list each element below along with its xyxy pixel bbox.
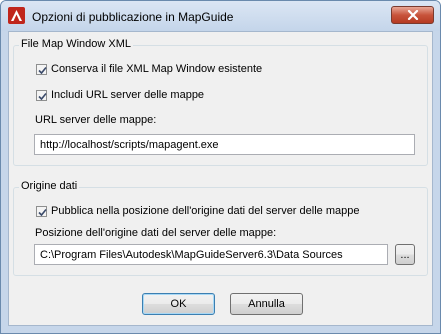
keep-existing-checkbox-row[interactable]: Conserva il file XML Map Window esistent… xyxy=(36,63,262,75)
dialog-window: Opzioni di pubblicazione in MapGuide Fil… xyxy=(0,0,441,334)
checkmark-icon xyxy=(38,66,47,74)
cancel-button[interactable]: Annulla xyxy=(230,293,303,315)
publish-checkbox[interactable] xyxy=(36,205,47,217)
title-bar[interactable]: Opzioni di pubblicazione in MapGuide xyxy=(1,1,440,31)
dialog-client-area: File Map Window XML Conserva il file XML… xyxy=(8,31,433,326)
close-icon xyxy=(407,10,418,20)
checkmark-icon xyxy=(38,92,47,100)
group-legend: File Map Window XML xyxy=(19,38,134,50)
cancel-button-label: Annulla xyxy=(248,298,285,310)
url-input[interactable]: http://localhost/scripts/mapagent.exe xyxy=(34,134,415,155)
close-button[interactable] xyxy=(391,6,434,24)
url-label: URL server delle mappe: xyxy=(35,114,157,126)
include-url-checkbox-row[interactable]: Includi URL server delle mappe xyxy=(36,89,204,101)
include-url-checkbox[interactable] xyxy=(36,89,47,101)
group-map-window-xml: File Map Window XML Conserva il file XML… xyxy=(13,38,428,166)
checkmark-icon xyxy=(38,208,47,216)
browse-button-label: ... xyxy=(400,248,410,261)
window-title: Opzioni di pubblicazione in MapGuide xyxy=(32,10,234,24)
keep-existing-label: Conserva il file XML Map Window esistent… xyxy=(51,63,263,75)
group-data-source: Origine dati Pubblica nella posizione de… xyxy=(13,180,428,276)
ok-button-label: OK xyxy=(170,298,187,310)
autocad-app-icon xyxy=(8,7,25,24)
browse-button[interactable]: ... xyxy=(395,244,415,265)
group-legend: Origine dati xyxy=(19,180,80,192)
keep-existing-checkbox[interactable] xyxy=(36,63,47,75)
position-input[interactable]: C:\Program Files\Autodesk\MapGuideServer… xyxy=(34,244,388,265)
publish-label: Pubblica nella posizione dell'origine da… xyxy=(51,205,360,217)
include-url-label: Includi URL server delle mappe xyxy=(51,89,205,101)
publish-checkbox-row[interactable]: Pubblica nella posizione dell'origine da… xyxy=(36,205,359,217)
position-label: Posizione dell'origine dati del server d… xyxy=(35,227,277,239)
ok-button[interactable]: OK xyxy=(142,293,215,315)
